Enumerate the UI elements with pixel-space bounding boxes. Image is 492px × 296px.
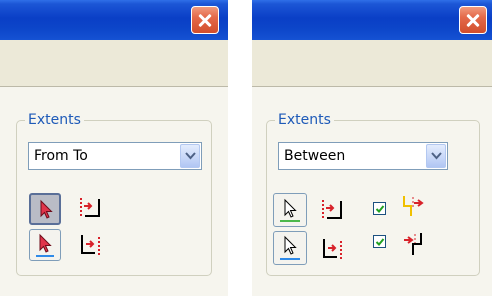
checkmark-icon — [375, 205, 385, 213]
extents-group: Extents Between — [266, 111, 480, 276]
extents-select[interactable]: From To — [28, 142, 202, 170]
chevron-down-icon[interactable] — [426, 144, 446, 168]
to-select-button[interactable] — [273, 231, 307, 265]
terminate-from-icon[interactable] — [79, 195, 103, 221]
right-dialog: Extents Between — [252, 0, 492, 296]
left-dialog: Extents From To — [0, 0, 228, 296]
from-select-button[interactable] — [273, 193, 307, 227]
close-button[interactable] — [459, 6, 487, 34]
extents-group-label: Extents — [25, 111, 84, 129]
extents-group: Extents From To — [16, 111, 212, 276]
offset-to-icon[interactable] — [401, 231, 427, 257]
from-offset-checkbox[interactable] — [373, 202, 386, 215]
terminate-to-icon[interactable] — [79, 231, 105, 257]
offset-from-icon[interactable] — [401, 194, 427, 218]
extents-group-label: Extents — [275, 111, 334, 129]
chevron-down-icon[interactable] — [180, 144, 200, 168]
to-select-button[interactable] — [29, 229, 61, 261]
dialog-header-area — [252, 40, 492, 87]
terminate-to-icon[interactable] — [321, 235, 347, 261]
dialog-header-area — [0, 40, 228, 87]
extents-select[interactable]: Between — [278, 142, 448, 170]
from-select-button[interactable] — [29, 193, 61, 225]
extents-select-value: From To — [34, 148, 88, 164]
close-button[interactable] — [191, 6, 219, 34]
checkmark-icon — [375, 238, 385, 246]
select-arrow-icon — [280, 198, 300, 222]
to-offset-checkbox[interactable] — [373, 235, 386, 248]
select-arrow-icon — [36, 233, 54, 257]
select-arrow-icon — [40, 199, 53, 219]
terminate-from-icon[interactable] — [321, 197, 345, 223]
extents-select-value: Between — [284, 148, 346, 164]
title-bar — [252, 0, 492, 40]
select-arrow-icon — [280, 235, 300, 260]
